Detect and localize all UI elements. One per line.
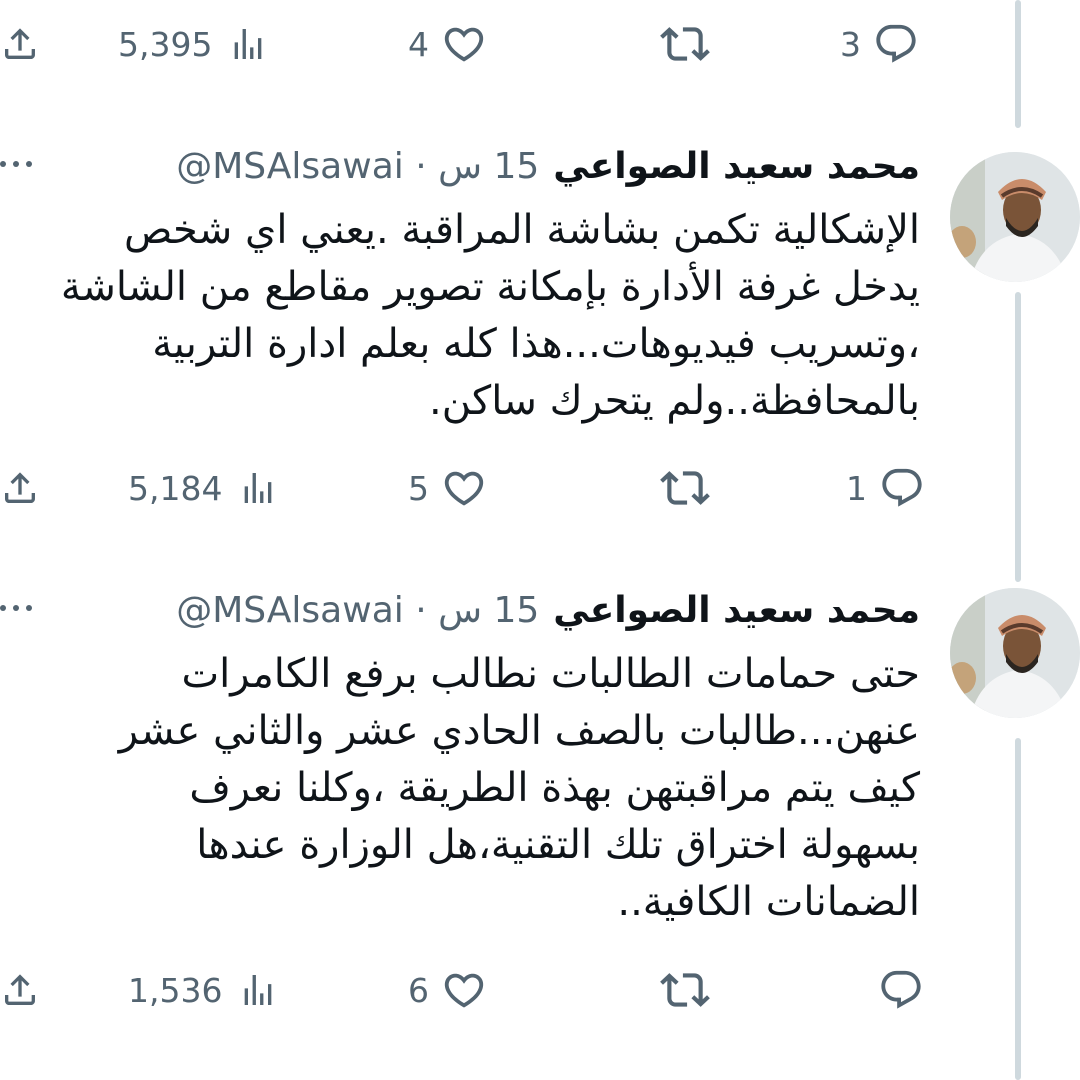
tweet-action-bar: 1,536 6 xyxy=(0,960,940,1020)
retweet-button[interactable] xyxy=(660,960,710,1020)
tweet-text-line: عنهن...طالبات بالصف الحادي عشر والثاني ع… xyxy=(118,708,920,754)
reply-count: 1 xyxy=(846,468,867,508)
like-count: 5 xyxy=(408,468,429,508)
more-dot xyxy=(13,161,19,167)
tweet-meta: @MSAlsawai · 15 س xyxy=(176,590,539,631)
reply-icon xyxy=(873,21,919,67)
tweet-text-line: كيف يتم مراقبتهن بهذة الطريقة ،وكلنا نعر… xyxy=(189,765,920,811)
thread-line xyxy=(1015,0,1021,128)
heart-icon xyxy=(441,21,487,67)
heart-icon xyxy=(441,967,487,1013)
share-icon xyxy=(0,468,40,508)
avatar-photo xyxy=(950,588,1080,718)
like-count: 6 xyxy=(408,970,429,1010)
author-handle[interactable]: @MSAlsawai xyxy=(176,590,404,631)
like-button[interactable]: 5 xyxy=(408,458,487,518)
tweet-text-line: الإشكالية تكمن بشاشة المراقبة .يعني اي ش… xyxy=(123,207,920,253)
views-count: 5,395 xyxy=(118,24,213,64)
reply-count: 3 xyxy=(840,24,861,64)
tweet-text-line: الضمانات الكافية.. xyxy=(617,879,920,925)
retweet-icon xyxy=(660,463,710,513)
tweet-text-line: حتى حمامات الطالبات نطالب برفع الكامرات xyxy=(181,651,920,697)
more-dot xyxy=(0,161,6,167)
views-icon xyxy=(238,970,278,1010)
tweet-meta: @MSAlsawai · 15 س xyxy=(176,146,539,187)
views-button[interactable]: 5,395 xyxy=(118,14,268,74)
reply-icon xyxy=(878,967,924,1013)
avatar[interactable] xyxy=(950,152,1080,282)
more-options-button[interactable] xyxy=(0,578,40,638)
more-options-button[interactable] xyxy=(0,134,40,194)
meta-separator: · xyxy=(415,589,439,631)
like-button[interactable]: 6 xyxy=(408,960,487,1020)
views-icon xyxy=(238,468,278,508)
tweet-header: محمد سعيد الصواعي @MSAlsawai · 15 س xyxy=(176,580,920,640)
author-name[interactable]: محمد سعيد الصواعي xyxy=(553,146,920,187)
tweet-header: محمد سعيد الصواعي @MSAlsawai · 15 س xyxy=(176,136,920,196)
tweet-text: الإشكالية تكمن بشاشة المراقبة .يعني اي ش… xyxy=(60,202,920,430)
share-icon xyxy=(0,970,40,1010)
more-dot xyxy=(26,161,32,167)
views-button[interactable]: 1,536 xyxy=(128,960,278,1020)
meta-separator: · xyxy=(415,145,439,187)
reply-button[interactable]: 3 xyxy=(840,14,919,74)
thread-line xyxy=(1015,292,1021,582)
retweet-icon xyxy=(660,965,710,1015)
more-dot xyxy=(13,605,19,611)
tweet-text-line: يدخل غرفة الأدارة بإمكانة تصوير مقاطع من… xyxy=(60,264,920,310)
tweet-time[interactable]: 15 س xyxy=(438,146,539,187)
more-dot xyxy=(26,605,32,611)
author-handle[interactable]: @MSAlsawai xyxy=(176,146,404,187)
thread-line xyxy=(1015,738,1021,1080)
author-name[interactable]: محمد سعيد الصواعي xyxy=(553,590,920,631)
reply-button[interactable] xyxy=(878,960,924,1020)
retweet-icon xyxy=(660,19,710,69)
avatar[interactable] xyxy=(950,588,1080,718)
heart-icon xyxy=(441,465,487,511)
retweet-button[interactable] xyxy=(660,14,710,74)
more-dot xyxy=(0,605,6,611)
reply-icon xyxy=(879,465,925,511)
share-button[interactable] xyxy=(0,14,40,74)
share-icon xyxy=(0,24,40,64)
avatar-photo xyxy=(950,152,1080,282)
views-count: 1,536 xyxy=(128,970,223,1010)
views-icon xyxy=(228,24,268,64)
like-count: 4 xyxy=(408,24,429,64)
share-button[interactable] xyxy=(0,458,40,518)
views-button[interactable]: 5,184 xyxy=(128,458,278,518)
tweet-action-bar: 5,184 5 1 xyxy=(0,458,940,518)
share-button[interactable] xyxy=(0,960,40,1020)
reply-button[interactable]: 1 xyxy=(846,458,925,518)
tweet-text-line: بالمحافظة..ولم يتحرك ساكن. xyxy=(429,378,920,424)
retweet-button[interactable] xyxy=(660,458,710,518)
tweet-text-line: ،وتسريب فيديوهات...هذا كله بعلم ادارة ال… xyxy=(152,321,920,367)
tweet-time[interactable]: 15 س xyxy=(438,590,539,631)
tweet-text-line: بسهولة اختراق تلك التقنية،هل الوزارة عند… xyxy=(196,822,920,868)
tweet-text: حتى حمامات الطالبات نطالب برفع الكامرات … xyxy=(70,646,920,931)
tweet-action-bar: 5,395 4 3 xyxy=(0,14,940,74)
views-count: 5,184 xyxy=(128,468,223,508)
like-button[interactable]: 4 xyxy=(408,14,487,74)
